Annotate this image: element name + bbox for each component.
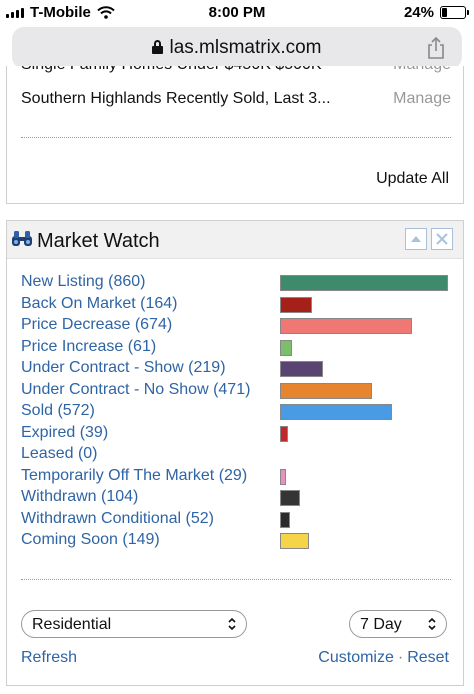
market-watch-item-link[interactable]: Price Increase (61) (21, 338, 156, 356)
divider (21, 579, 451, 580)
market-watch-row: Withdrawn Conditional (52) (21, 510, 451, 531)
market-watch-row: Back On Market (164) (21, 295, 451, 316)
saved-search-row: Southern Highlands Recently Sold, Last 3… (21, 90, 451, 112)
divider (21, 137, 451, 138)
market-watch-bar[interactable] (280, 490, 300, 506)
market-watch-row: Under Contract - No Show (471) (21, 381, 451, 402)
market-watch-bar[interactable] (280, 512, 290, 528)
time-range-value: 7 Day (360, 616, 402, 633)
market-watch-row: Price Increase (61) (21, 338, 451, 359)
share-icon[interactable] (426, 36, 446, 60)
property-type-select[interactable]: Residential (21, 610, 247, 638)
market-watch-bar[interactable] (280, 297, 312, 313)
link-separator: · (397, 649, 404, 666)
saved-search-row: Single Family Homes Under $450K $500K Ma… (21, 66, 451, 78)
market-watch-row: Withdrawn (104) (21, 488, 451, 509)
property-type-value: Residential (32, 616, 112, 633)
market-watch-panel: Market Watch New Listing (860) Back On Ma… (6, 220, 464, 686)
address-bar[interactable]: las.mlsmatrix.com (12, 27, 462, 69)
market-watch-row: New Listing (860) (21, 273, 451, 294)
market-watch-bar[interactable] (280, 469, 286, 485)
market-watch-item-link[interactable]: Sold (572) (21, 402, 95, 420)
market-watch-item-link[interactable]: Leased (0) (21, 445, 98, 463)
market-watch-row: Leased (0) (21, 445, 451, 466)
update-all-button[interactable]: Update All (376, 170, 449, 188)
market-watch-bar[interactable] (280, 383, 372, 399)
market-watch-row: Under Contract - Show (219) (21, 359, 451, 380)
market-watch-item-link[interactable]: Withdrawn (104) (21, 488, 138, 506)
market-watch-bar[interactable] (280, 533, 309, 549)
saved-search-name[interactable]: Single Family Homes Under $450K $500K (21, 66, 376, 74)
saved-search-name[interactable]: Southern Highlands Recently Sold, Last 3… (21, 90, 376, 108)
saved-searches-panel: Single Family Homes Under $450K $500K Ma… (6, 66, 464, 204)
market-watch-item-link[interactable]: Price Decrease (674) (21, 316, 172, 334)
market-watch-title: Market Watch (37, 230, 160, 252)
manage-link[interactable]: Manage (393, 66, 451, 74)
battery-icon (440, 6, 469, 19)
market-watch-bar[interactable] (280, 426, 288, 442)
reset-link[interactable]: Reset (407, 649, 449, 666)
market-watch-bar[interactable] (280, 275, 448, 291)
time-range-select[interactable]: 7 Day (349, 610, 447, 638)
market-watch-item-link[interactable]: Temporarily Off The Market (29) (21, 467, 247, 485)
market-watch-item-link[interactable]: Back On Market (164) (21, 295, 178, 313)
lock-icon (152, 40, 164, 54)
status-bar: T-Mobile 8:00 PM 24% (0, 0, 474, 26)
market-watch-bar[interactable] (280, 404, 392, 420)
url-text: las.mlsmatrix.com (169, 37, 322, 58)
updown-chevron-icon (228, 617, 236, 631)
battery-level (442, 8, 448, 17)
updown-chevron-icon (428, 617, 436, 631)
market-watch-item-link[interactable]: Coming Soon (149) (21, 531, 160, 549)
customize-link[interactable]: Customize (318, 649, 394, 666)
market-watch-item-link[interactable]: Expired (39) (21, 424, 108, 442)
market-watch-item-link[interactable]: Withdrawn Conditional (52) (21, 510, 214, 528)
close-button[interactable] (431, 228, 453, 250)
triangle-up-icon (411, 236, 421, 242)
market-watch-bar[interactable] (280, 340, 292, 356)
market-watch-item-link[interactable]: New Listing (860) (21, 273, 146, 291)
refresh-link[interactable]: Refresh (21, 649, 77, 667)
market-watch-bar[interactable] (280, 361, 323, 377)
market-watch-header: Market Watch (7, 221, 463, 259)
manage-link[interactable]: Manage (393, 90, 451, 108)
market-watch-item-link[interactable]: Under Contract - Show (219) (21, 359, 226, 377)
url-display[interactable]: las.mlsmatrix.com (12, 37, 462, 59)
market-watch-row: Price Decrease (674) (21, 316, 451, 337)
close-icon (436, 233, 448, 245)
market-watch-bar[interactable] (280, 318, 412, 334)
footer-links: Customize · Reset (318, 649, 449, 667)
battery-percent: 24% (403, 4, 434, 21)
collapse-button[interactable] (405, 228, 427, 250)
battery-area: 24% (403, 4, 469, 21)
market-watch-row: Expired (39) (21, 424, 451, 445)
market-watch-row: Sold (572) (21, 402, 451, 423)
clock: 8:00 PM (208, 4, 266, 21)
market-watch-row: Temporarily Off The Market (29) (21, 467, 451, 488)
market-watch-row: Coming Soon (149) (21, 531, 451, 552)
market-watch-item-link[interactable]: Under Contract - No Show (471) (21, 381, 250, 399)
binoculars-icon (12, 231, 32, 246)
